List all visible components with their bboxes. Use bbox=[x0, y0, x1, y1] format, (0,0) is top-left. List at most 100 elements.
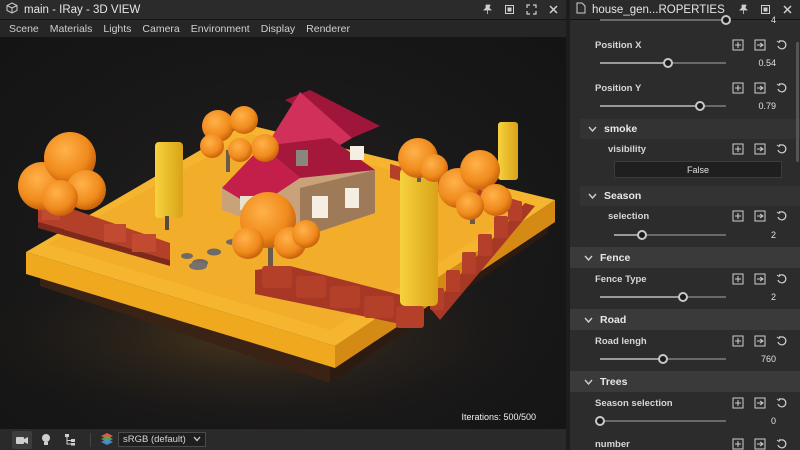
trees-season-label: Season selection bbox=[595, 398, 673, 409]
season-selection-value: 2 bbox=[770, 230, 776, 240]
pin-icon[interactable] bbox=[736, 3, 750, 17]
menu-camera[interactable]: Camera bbox=[137, 23, 185, 35]
set-key-icon[interactable] bbox=[753, 396, 766, 409]
properties-titlebar: house_gen...ROPERTIES bbox=[570, 0, 800, 20]
road-section-label: Road bbox=[600, 313, 627, 326]
menu-lights[interactable]: Lights bbox=[98, 23, 137, 35]
set-key-icon[interactable] bbox=[753, 272, 766, 285]
set-key-icon[interactable] bbox=[753, 209, 766, 222]
position-y-slider-knob[interactable] bbox=[694, 101, 705, 111]
trees-number-actions bbox=[731, 437, 788, 450]
position-x-slider-fill bbox=[600, 62, 669, 64]
visibility-toggle[interactable]: False bbox=[614, 161, 782, 178]
add-keyframe-icon[interactable] bbox=[731, 396, 744, 409]
restore-icon[interactable] bbox=[758, 3, 772, 17]
visibility-row: visibility False bbox=[570, 140, 800, 184]
fence-section-label: Fence bbox=[600, 251, 631, 264]
visibility-actions bbox=[731, 142, 788, 155]
position-x-slider-knob[interactable] bbox=[663, 58, 674, 68]
fence-type-slider-fill bbox=[600, 296, 684, 298]
add-keyframe-icon[interactable] bbox=[731, 38, 744, 51]
light-bulb-icon[interactable] bbox=[36, 431, 56, 449]
statusbar-divider bbox=[90, 432, 91, 447]
viewport-titlebar: main - IRay - 3D VIEW bbox=[0, 0, 566, 20]
add-keyframe-icon[interactable] bbox=[731, 437, 744, 450]
close-icon[interactable] bbox=[780, 3, 794, 17]
menu-scene[interactable]: Scene bbox=[4, 23, 45, 35]
add-keyframe-icon[interactable] bbox=[731, 81, 744, 94]
set-key-icon[interactable] bbox=[753, 142, 766, 155]
viewport-title: main - IRay - 3D VIEW bbox=[24, 3, 141, 16]
set-key-icon[interactable] bbox=[753, 38, 766, 51]
menu-renderer[interactable]: Renderer bbox=[301, 23, 356, 35]
season-selection-actions bbox=[731, 209, 788, 222]
road-length-slider-fill bbox=[600, 358, 663, 360]
menu-environment[interactable]: Environment bbox=[186, 23, 256, 35]
restore-icon[interactable] bbox=[502, 3, 516, 17]
reset-icon[interactable] bbox=[775, 396, 788, 409]
add-keyframe-icon[interactable] bbox=[731, 142, 744, 155]
hierarchy-icon[interactable] bbox=[60, 431, 80, 449]
reset-icon[interactable] bbox=[775, 142, 788, 155]
road-length-actions bbox=[731, 334, 788, 347]
fence-section-header[interactable]: Fence bbox=[570, 247, 800, 268]
season-selection-label: selection bbox=[608, 211, 650, 222]
road-length-slider-knob[interactable] bbox=[658, 354, 668, 364]
trees-number-label: number bbox=[595, 439, 630, 450]
position-y-slider[interactable] bbox=[600, 101, 726, 111]
season-selection-slider-knob[interactable] bbox=[637, 230, 647, 240]
trees-season-slider[interactable] bbox=[595, 416, 726, 426]
position-x-slider[interactable] bbox=[600, 58, 726, 68]
poplar-tree-front bbox=[400, 168, 438, 306]
reset-icon[interactable] bbox=[775, 272, 788, 285]
camera-icon[interactable] bbox=[12, 430, 32, 449]
chevron-down-icon bbox=[588, 126, 598, 132]
set-key-icon[interactable] bbox=[753, 81, 766, 94]
chevron-down-icon bbox=[588, 193, 598, 199]
position-y-label: Position Y bbox=[595, 83, 642, 94]
season-selection-row: selection 2 bbox=[570, 207, 800, 247]
rendered-scene bbox=[0, 90, 555, 428]
position-x-value: 0.54 bbox=[758, 58, 776, 68]
trees-section-header[interactable]: Trees bbox=[570, 371, 800, 392]
fence-type-slider[interactable] bbox=[600, 292, 726, 302]
reset-icon[interactable] bbox=[775, 334, 788, 347]
set-key-icon[interactable] bbox=[753, 437, 766, 450]
properties-scrollbar[interactable] bbox=[796, 42, 799, 162]
road-length-row: Road lengh 760 bbox=[570, 331, 800, 371]
partial-slider-knob[interactable] bbox=[721, 15, 731, 25]
road-length-slider[interactable] bbox=[600, 354, 726, 364]
layers-icon bbox=[99, 431, 115, 448]
reset-icon[interactable] bbox=[775, 38, 788, 51]
add-keyframe-icon[interactable] bbox=[731, 272, 744, 285]
fence-type-slider-knob[interactable] bbox=[678, 292, 689, 302]
fence-type-actions bbox=[731, 272, 788, 285]
position-x-label: Position X bbox=[595, 40, 642, 51]
menu-display[interactable]: Display bbox=[256, 23, 301, 35]
maximize-icon[interactable] bbox=[524, 3, 538, 17]
menu-materials[interactable]: Materials bbox=[45, 23, 99, 35]
trees-season-slider-knob[interactable] bbox=[595, 416, 605, 426]
set-key-icon[interactable] bbox=[753, 334, 766, 347]
chevron-down-icon bbox=[193, 434, 201, 445]
properties-scroll-area[interactable]: 4 Position X 0.54 Position Y 0.79 smoke … bbox=[570, 15, 800, 450]
road-length-label: Road lengh bbox=[595, 336, 647, 347]
reset-icon[interactable] bbox=[775, 437, 788, 450]
color-space-dropdown[interactable]: sRGB (default) bbox=[118, 432, 206, 447]
fence-type-row: Fence Type 2 bbox=[570, 269, 800, 309]
close-icon[interactable] bbox=[546, 3, 560, 17]
pin-icon[interactable] bbox=[480, 3, 494, 17]
add-keyframe-icon[interactable] bbox=[731, 334, 744, 347]
viewport-window: main - IRay - 3D VIEW Scene Materials Li… bbox=[0, 0, 566, 450]
road-section-header[interactable]: Road bbox=[570, 309, 800, 330]
partial-slider-track[interactable] bbox=[600, 15, 731, 25]
render-canvas[interactable]: Iterations: 500/500 bbox=[0, 38, 566, 428]
season-section-header[interactable]: Season bbox=[580, 186, 800, 206]
reset-icon[interactable] bbox=[775, 209, 788, 222]
smoke-section-header[interactable]: smoke bbox=[580, 119, 800, 139]
season-selection-slider[interactable] bbox=[614, 230, 726, 240]
color-space-value: sRGB (default) bbox=[123, 434, 186, 445]
visibility-label: visibility bbox=[608, 144, 647, 155]
reset-icon[interactable] bbox=[775, 81, 788, 94]
add-keyframe-icon[interactable] bbox=[731, 209, 744, 222]
